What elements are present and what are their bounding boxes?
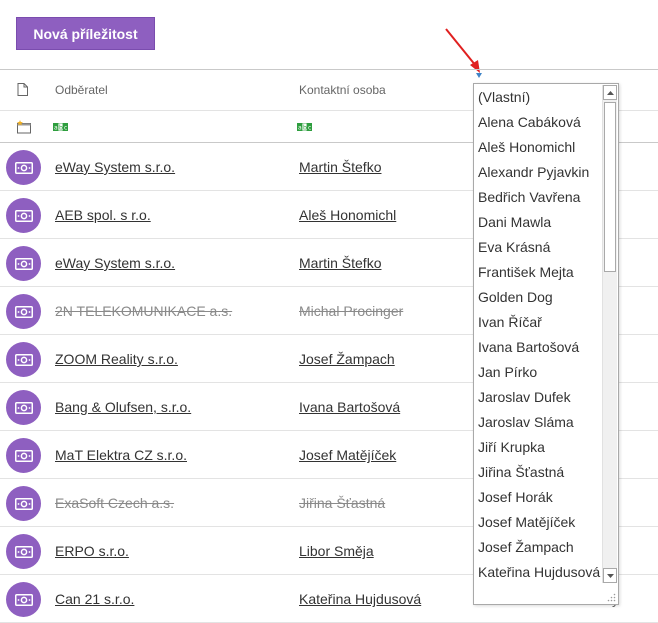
money-icon[interactable] [6, 582, 41, 617]
contact-link[interactable]: Ivana Bartošová [299, 399, 400, 415]
filter-option[interactable]: Jaroslav Sláma [474, 410, 602, 435]
filter-option[interactable]: Jaroslav Dufek [474, 385, 602, 410]
filter-option[interactable]: Bedřich Vavřena [474, 185, 602, 210]
new-opportunity-button[interactable]: Nová příležitost [16, 17, 155, 50]
svg-text:c: c [64, 125, 67, 132]
customer-link[interactable]: Can 21 s.r.o. [55, 591, 134, 607]
contact-link[interactable]: Josef Žampach [299, 351, 395, 367]
filter-option[interactable]: Golden Dog [474, 285, 602, 310]
filter-option[interactable]: Jiří Krupka [474, 435, 602, 460]
customer-link[interactable]: ERPO s.r.o. [55, 543, 129, 559]
filter-active-marker[interactable] [476, 73, 482, 78]
scroll-thumb[interactable] [604, 102, 616, 272]
money-icon[interactable] [6, 150, 41, 185]
filter-option[interactable]: František Mejta [474, 260, 602, 285]
customer-link[interactable]: eWay System s.r.o. [55, 159, 175, 175]
resize-grip-icon[interactable] [606, 592, 616, 602]
contact-link[interactable]: Josef Matějíček [299, 447, 396, 463]
filter-option[interactable]: Jan Pírko [474, 360, 602, 385]
filter-option[interactable]: Ivana Bartošová [474, 335, 602, 360]
contact-link[interactable]: Martin Štefko [299, 159, 381, 175]
contact-link[interactable]: Aleš Honomichl [299, 207, 396, 223]
svg-text:b: b [59, 125, 63, 132]
contact-link[interactable]: Kateřina Hujdusová [299, 591, 421, 607]
abc-filter-icon[interactable]: a b c [297, 123, 312, 131]
customer-link[interactable]: Bang & Olufsen, s.r.o. [55, 399, 191, 415]
chevron-down-icon [606, 573, 614, 578]
customer-link[interactable]: eWay System s.r.o. [55, 255, 175, 271]
money-icon[interactable] [6, 294, 41, 329]
column-header-customer[interactable]: Odběratel [55, 83, 108, 97]
money-icon[interactable] [6, 438, 41, 473]
money-icon[interactable] [6, 342, 41, 377]
contact-link[interactable]: Martin Štefko [299, 255, 381, 271]
new-record-icon[interactable] [16, 120, 32, 134]
filter-option[interactable]: Josef Žampach [474, 535, 602, 560]
filter-option[interactable]: Kateřina Hujdusová [474, 560, 602, 585]
filter-option[interactable]: Ivan Říčař [474, 310, 602, 335]
abc-filter-icon[interactable]: a b c [53, 123, 68, 131]
filter-option[interactable]: Dani Mawla [474, 210, 602, 235]
money-icon[interactable] [6, 246, 41, 281]
contact-link[interactable]: Jiřina Šťastná [299, 495, 385, 511]
filter-option[interactable]: Aleš Honomichl [474, 135, 602, 160]
contact-filter-dropdown[interactable]: (Vlastní) Alena Cabáková Aleš Honomichl Ale… [473, 83, 619, 605]
money-icon[interactable] [6, 198, 41, 233]
filter-option[interactable]: Josef Matějíček [474, 510, 602, 535]
customer-link[interactable]: ExaSoft Czech a.s. [55, 495, 174, 511]
customer-link[interactable]: MaT Elektra CZ s.r.o. [55, 447, 187, 463]
customer-link[interactable]: AEB spol. s r.o. [55, 207, 151, 223]
money-icon[interactable] [6, 390, 41, 425]
filter-option[interactable]: Alena Cabáková [474, 110, 602, 135]
svg-text:b: b [303, 125, 307, 132]
dropdown-scrollbar[interactable] [602, 85, 617, 583]
svg-text:a: a [54, 125, 58, 132]
money-icon[interactable] [6, 486, 41, 521]
scroll-up-button[interactable] [603, 85, 617, 100]
chevron-up-icon [606, 90, 614, 95]
filter-option[interactable]: Alexandr Pyjavkin [474, 160, 602, 185]
contact-link[interactable]: Michal Procinger [299, 303, 403, 319]
filter-option[interactable]: (Vlastní) [474, 85, 602, 110]
contact-link[interactable]: Libor Směja [299, 543, 374, 559]
document-icon [17, 83, 28, 96]
customer-link[interactable]: ZOOM Reality s.r.o. [55, 351, 178, 367]
filter-options-list: (Vlastní) Alena Cabáková Aleš Honomichl Ale… [474, 85, 602, 585]
filter-option[interactable]: Eva Krásná [474, 235, 602, 260]
money-icon[interactable] [6, 534, 41, 569]
svg-text:a: a [298, 125, 302, 132]
scroll-down-button[interactable] [603, 568, 617, 583]
svg-text:c: c [308, 125, 311, 132]
filter-option[interactable]: Josef Horák [474, 485, 602, 510]
filter-option[interactable]: Jiřina Šťastná [474, 460, 602, 485]
customer-link[interactable]: 2N TELEKOMUNIKACE a.s. [55, 303, 232, 319]
column-header-contact[interactable]: Kontaktní osoba [299, 83, 386, 97]
